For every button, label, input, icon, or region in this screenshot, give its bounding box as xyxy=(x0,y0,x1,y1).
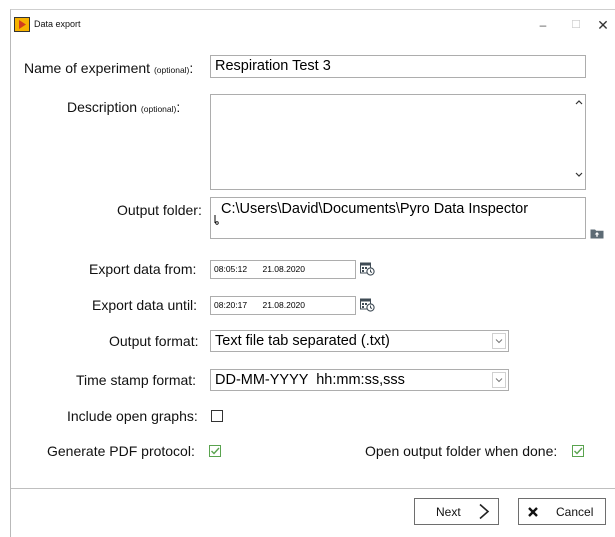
folder-upload-icon[interactable] xyxy=(590,228,604,239)
next-button[interactable]: Next xyxy=(414,498,499,525)
cancel-button-label: Cancel xyxy=(556,505,594,519)
close-window-button[interactable]: ✕ xyxy=(589,15,615,35)
include-graphs-label: Include open graphs: xyxy=(67,408,198,424)
close-x-icon xyxy=(528,507,538,517)
export-until-date: 21.08.2020 xyxy=(262,300,306,310)
title-bar: Data export – ☐ ✕ xyxy=(11,10,615,40)
calendar-clock-icon[interactable] xyxy=(360,262,375,276)
generate-pdf-checkbox[interactable] xyxy=(209,445,221,457)
chevron-down-icon xyxy=(495,339,503,344)
checkmark-icon xyxy=(574,447,583,455)
text-cursor-icon xyxy=(214,215,219,225)
output-folder-path: C:\Users\David\Documents\Pyro Data Inspe… xyxy=(221,201,529,217)
experiment-name-label: Name of experiment (optional): xyxy=(24,60,194,76)
window-title: Data export xyxy=(34,19,81,29)
description-textarea[interactable] xyxy=(210,94,586,190)
open-folder-checkbox[interactable] xyxy=(572,445,584,457)
timestamp-format-select[interactable]: DD-MM-YYYY hh:mm:ss,sss xyxy=(210,369,509,391)
export-from-date: 21.08.2020 xyxy=(262,264,306,274)
experiment-name-input[interactable]: Respiration Test 3 xyxy=(210,55,586,78)
export-from-label: Export data from: xyxy=(89,261,197,277)
include-graphs-checkbox[interactable] xyxy=(211,410,223,422)
output-folder-label: Output folder: xyxy=(117,202,202,218)
export-from-input[interactable]: 08:05:12 21.08.2020 xyxy=(210,260,356,279)
export-until-time: 08:20:17 xyxy=(214,300,248,310)
footer-separator xyxy=(11,488,615,489)
data-export-window: Data export – ☐ ✕ Name of experiment (op… xyxy=(10,9,615,537)
output-folder-input[interactable]: C:\Users\David\Documents\Pyro Data Inspe… xyxy=(210,197,586,239)
dropdown-button[interactable] xyxy=(492,372,506,388)
open-folder-label: Open output folder when done: xyxy=(365,443,558,459)
output-format-label: Output format: xyxy=(109,333,199,349)
scroll-down-arrow-icon[interactable] xyxy=(574,171,584,179)
checkmark-icon xyxy=(211,447,220,455)
app-logo-icon xyxy=(14,17,30,32)
export-from-time: 08:05:12 xyxy=(214,264,248,274)
cancel-button[interactable]: Cancel xyxy=(518,498,606,525)
timestamp-format-label: Time stamp format: xyxy=(76,372,197,388)
export-until-label: Export data until: xyxy=(92,297,198,313)
maximize-button[interactable]: ☐ xyxy=(562,15,590,35)
export-until-input[interactable]: 08:20:17 21.08.2020 xyxy=(210,296,356,315)
chevron-right-icon xyxy=(479,503,490,520)
minimize-button[interactable]: – xyxy=(529,15,557,35)
next-button-label: Next xyxy=(436,505,461,519)
chevron-down-icon xyxy=(495,378,503,383)
calendar-clock-icon[interactable] xyxy=(360,298,375,312)
timestamp-format-value: DD-MM-YYYY hh:mm:ss,sss xyxy=(215,372,405,388)
generate-pdf-label: Generate PDF protocol: xyxy=(47,443,195,459)
description-label: Description (optional): xyxy=(67,99,181,115)
dropdown-button[interactable] xyxy=(492,333,506,349)
output-format-value: Text file tab separated (.txt) xyxy=(215,333,390,349)
scroll-up-arrow-icon[interactable] xyxy=(574,98,584,106)
output-format-select[interactable]: Text file tab separated (.txt) xyxy=(210,330,509,352)
